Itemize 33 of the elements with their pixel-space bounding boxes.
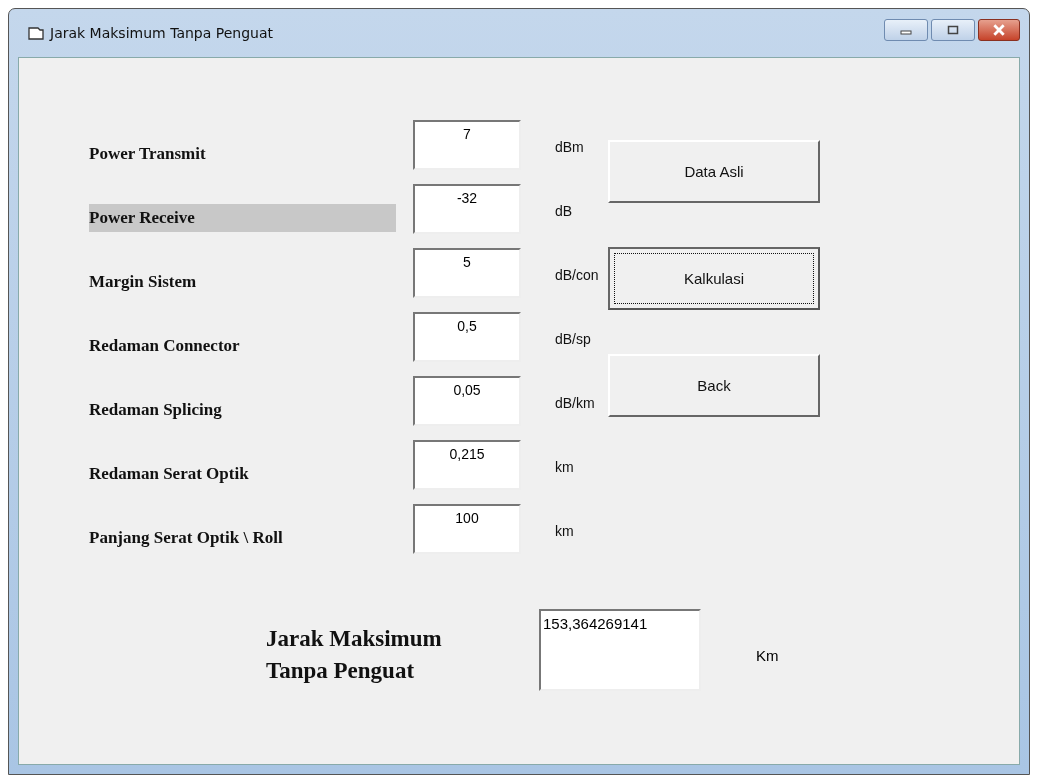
unit-label: dB/con (555, 267, 600, 283)
result-field[interactable]: 153,364269141 (539, 609, 701, 691)
input-field[interactable]: 7 (413, 120, 521, 170)
result-unit: Km (756, 647, 779, 664)
field-label: Power Transmit (89, 143, 207, 165)
action-button[interactable]: Back (608, 354, 820, 417)
unit-label: dB (555, 203, 574, 219)
field-label: Redaman Splicing (89, 399, 223, 421)
maximize-icon (947, 25, 959, 35)
input-field[interactable]: 5 (413, 248, 521, 298)
input-field[interactable]: 0,05 (413, 376, 521, 426)
action-button[interactable]: Data Asli (608, 140, 820, 203)
field-label: Margin Sistem (89, 271, 198, 293)
input-field[interactable]: 100 (413, 504, 521, 554)
action-button[interactable]: Kalkulasi (608, 247, 820, 310)
result-label: Jarak Maksimum Tanpa Penguat (266, 625, 443, 685)
input-field[interactable]: -32 (413, 184, 521, 234)
input-field[interactable]: 0,215 (413, 440, 521, 490)
field-label: Panjang Serat Optik \ Roll (89, 527, 284, 549)
window-title: Jarak Maksimum Tanpa Penguat (50, 25, 273, 41)
unit-label: km (555, 523, 575, 539)
close-icon (992, 24, 1006, 36)
unit-label: dBm (555, 139, 585, 155)
unit-label: dB/km (555, 395, 596, 411)
maximize-button[interactable] (931, 19, 975, 41)
window-icon (28, 25, 44, 41)
input-field[interactable]: 0,5 (413, 312, 521, 362)
unit-label: km (555, 459, 575, 475)
field-label: Redaman Serat Optik (89, 463, 250, 485)
unit-label: dB/sp (555, 331, 592, 347)
field-label: Power Receive (89, 204, 396, 232)
close-button[interactable] (978, 19, 1020, 41)
field-label: Redaman Connector (89, 335, 241, 357)
